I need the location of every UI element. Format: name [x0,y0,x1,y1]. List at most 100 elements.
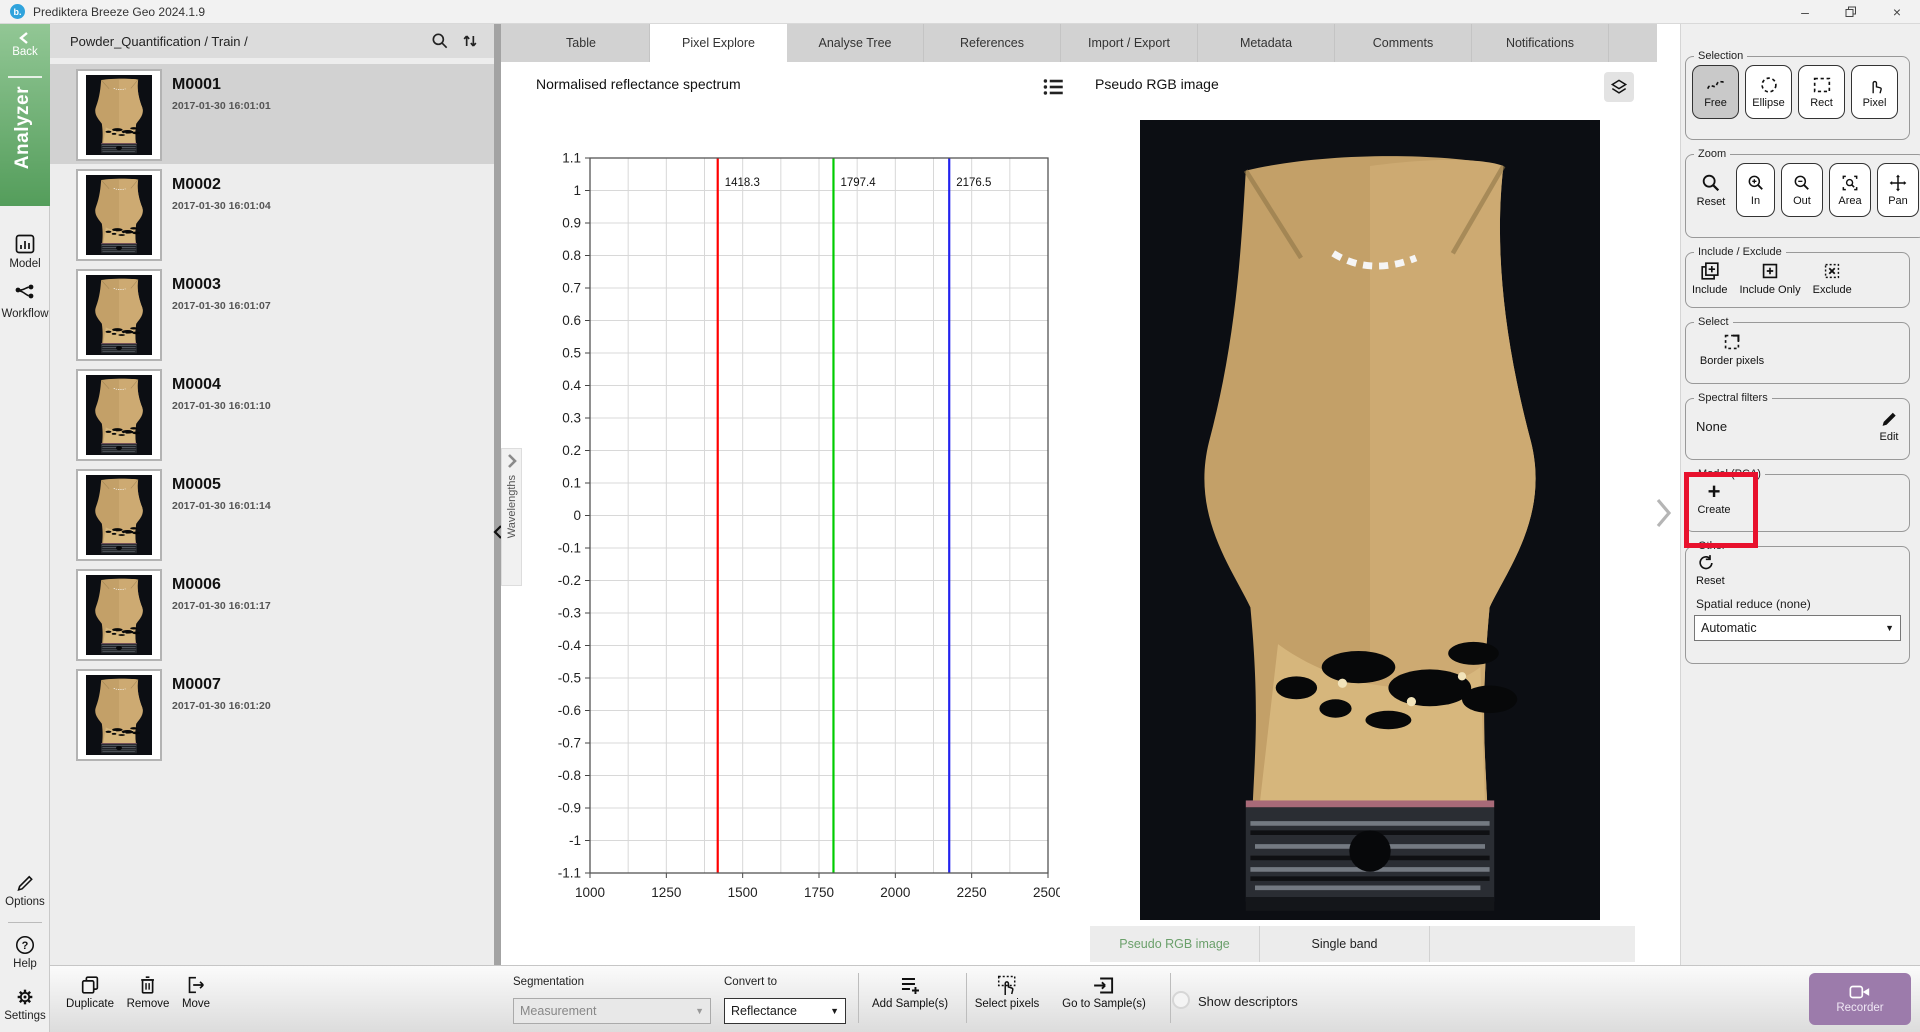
sample-thumbnail-image [86,75,152,155]
nav-item-settings[interactable]: Settings [0,986,50,1022]
zoom-out-button[interactable]: Out [1781,163,1823,217]
nav-item-help-label: Help [13,958,37,970]
selection-free-button[interactable]: Free [1692,65,1739,119]
recorder-button[interactable]: Recorder [1809,973,1911,1025]
minimize-button[interactable]: – [1782,0,1828,24]
sample-timestamp: 2017-01-30 16:01:07 [172,300,271,312]
sample-list-item[interactable]: M00022017-01-30 16:01:04 [50,164,494,264]
sample-thumbnail [76,669,162,761]
legend-list-icon[interactable] [1040,74,1066,100]
spectrum-chart[interactable]: -1.1-1-0.9-0.8-0.7-0.6-0.5-0.4-0.3-0.2-0… [540,138,1060,913]
nav-bottom-divider [8,922,42,923]
pseudo-rgb-image[interactable] [1140,120,1600,920]
exclude-icon [1821,260,1843,282]
nav-item-options-label: Options [5,896,45,908]
sample-thumbnail-image [86,475,152,555]
svg-text:0.1: 0.1 [562,476,581,491]
convert-to-dropdown[interactable]: Reflectance ▼ [724,998,846,1024]
search-icon[interactable] [430,31,450,51]
sample-timestamp: 2017-01-30 16:01:01 [172,100,271,112]
move-icon [185,974,207,996]
back-button[interactable]: Back [0,32,50,58]
selection-group-legend: Selection [1694,50,1747,62]
tab-metadata[interactable]: Metadata [1198,24,1335,62]
bottom-bar-separator [1170,973,1171,1023]
include-only-button[interactable]: Include Only [1739,260,1800,296]
panel-splitter[interactable] [494,24,501,965]
nav-item-workflow[interactable]: Workflow [0,282,50,320]
nav-item-help[interactable]: ? Help [0,934,50,970]
tab-pixel-explore[interactable]: Pixel Explore [650,24,787,62]
tab-table[interactable]: Table [513,24,650,62]
pan-icon [1888,173,1908,193]
svg-text:-0.2: -0.2 [558,573,581,588]
show-descriptors-label: Show descriptors [1198,994,1298,1009]
sample-list-item[interactable]: M00032017-01-30 16:01:07 [50,264,494,364]
segmentation-dropdown[interactable]: Measurement ▼ [513,998,711,1024]
bottom-bar-separator [966,973,967,1023]
svg-text:2250: 2250 [957,885,987,900]
title-bar: b. Prediktera Breeze Geo 2024.1.9 – × [0,0,1920,24]
other-reset-button[interactable]: Reset [1692,553,1732,587]
close-button[interactable]: × [1874,0,1920,24]
duplicate-icon [79,974,101,996]
tab-notifications[interactable]: Notifications [1472,24,1609,62]
include-icon [1699,260,1721,282]
dropdown-arrow-icon: ▼ [1885,623,1894,633]
sample-list-panel: Powder_Quantification / Train / M0001201… [50,24,494,965]
back-chevron-icon [18,32,32,44]
dropdown-arrow-icon: ▼ [830,1006,839,1016]
zoom-reset-button[interactable]: Reset [1692,172,1730,208]
selection-pixel-button[interactable]: Pixel [1851,65,1898,119]
nav-item-options[interactable]: Options [0,872,50,908]
zoom-group-legend: Zoom [1694,148,1730,160]
settings-gear-icon [14,986,36,1008]
select-group: Select Border pixels [1685,316,1910,384]
border-pixels-button[interactable]: Border pixels [1692,331,1772,367]
sample-list-item[interactable]: M00072017-01-30 16:01:20 [50,664,494,764]
sample-list-item[interactable]: M00052017-01-30 16:01:14 [50,464,494,564]
layers-button[interactable] [1604,72,1634,102]
svg-text:0: 0 [573,508,581,523]
zoom-in-button[interactable]: In [1736,163,1775,217]
selection-rect-button[interactable]: Rect [1798,65,1845,119]
svg-text:1797.4: 1797.4 [840,177,876,189]
zoom-pan-button[interactable]: Pan [1877,163,1919,217]
sample-thumbnail [76,569,162,661]
restore-window-button[interactable] [1828,0,1874,24]
select-pixels-button[interactable]: Select pixels [975,974,1040,1010]
spatial-reduce-dropdown[interactable]: Automatic ▼ [1694,615,1901,641]
tab-analyse-tree[interactable]: Analyse Tree [787,24,924,62]
nav-item-model[interactable]: Model [0,232,50,270]
svg-text:0.7: 0.7 [562,281,581,296]
move-button[interactable]: Move [182,974,210,1010]
sort-icon[interactable] [460,31,480,51]
expand-right-panel-chevron-icon[interactable] [1652,496,1674,530]
tab-import-export[interactable]: Import / Export [1061,24,1198,62]
tab-references[interactable]: References [924,24,1061,62]
zoom-area-button[interactable]: Area [1829,163,1871,217]
sample-list-item[interactable]: M00012017-01-30 16:01:01 [50,64,494,164]
add-samples-button[interactable]: Add Sample(s) [872,974,948,1010]
go-to-samples-button[interactable]: Go to Sample(s) [1062,974,1146,1010]
exclude-button[interactable]: Exclude [1813,260,1852,296]
nav-item-settings-label: Settings [4,1010,46,1022]
duplicate-button[interactable]: Duplicate [66,974,114,1010]
add-samples-icon [898,974,922,996]
sample-list-item[interactable]: M00062017-01-30 16:01:17 [50,564,494,664]
svg-text:0.4: 0.4 [562,378,581,393]
border-pixels-label: Border pixels [1700,355,1764,367]
wavelengths-side-tab[interactable]: Wavelengths [501,448,522,586]
svg-text:-0.4: -0.4 [558,638,582,653]
selection-ellipse-button[interactable]: Ellipse [1745,65,1792,119]
tab-pseudo-rgb-image[interactable]: Pseudo RGB image [1090,926,1260,962]
reset-circular-arrow-icon [1696,553,1716,573]
sample-list-item[interactable]: M00042017-01-30 16:01:10 [50,364,494,464]
tab-comments[interactable]: Comments [1335,24,1472,62]
include-button[interactable]: Include [1692,260,1727,296]
spectral-filters-edit-button[interactable]: Edit [1879,409,1899,443]
show-descriptors-toggle[interactable] [1172,991,1190,1009]
tab-single-band[interactable]: Single band [1260,926,1430,962]
remove-button[interactable]: Remove [127,974,170,1010]
model-icon [13,232,37,256]
